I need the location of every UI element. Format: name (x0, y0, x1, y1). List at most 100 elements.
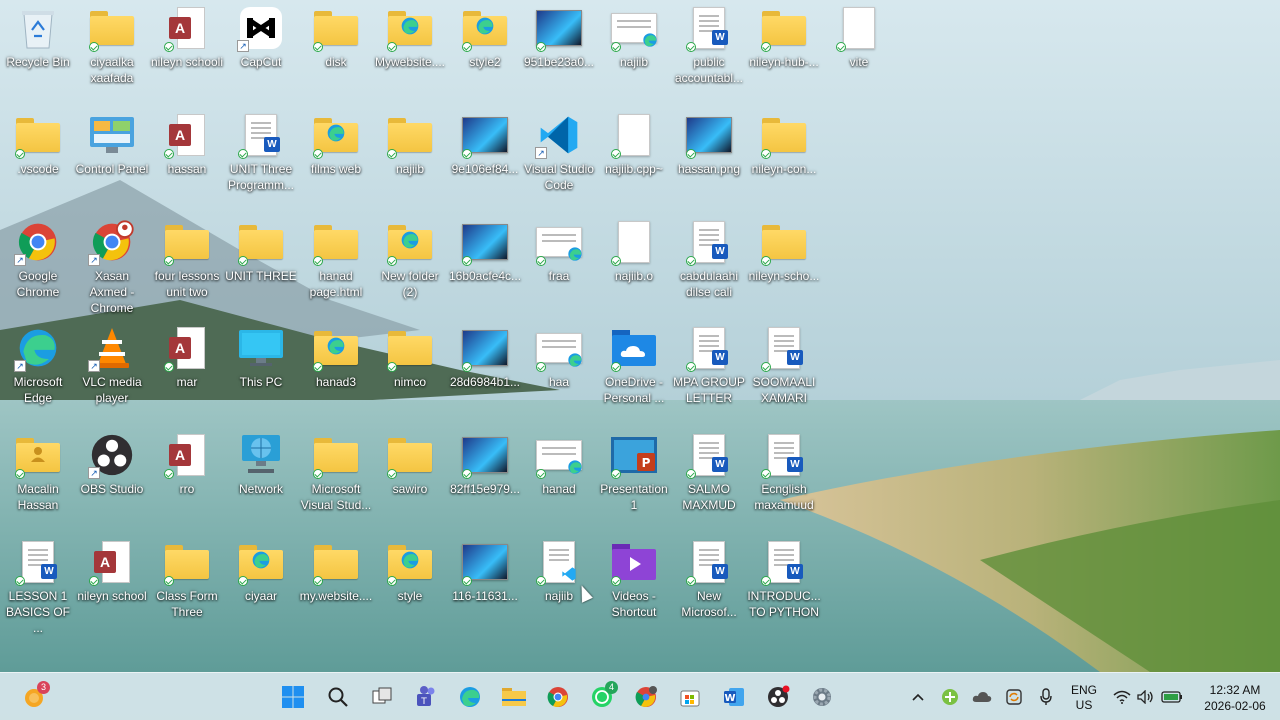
desktop-icon[interactable]: Ahassan (149, 111, 225, 177)
image-file-icon (461, 324, 509, 372)
obs-taskbar-button[interactable] (762, 681, 794, 713)
desktop-icon[interactable]: 951be23a0... (521, 4, 597, 70)
desktop-icon[interactable]: najiib (372, 111, 448, 177)
desktop-icon[interactable]: style2 (447, 4, 523, 70)
desktop-icon[interactable]: ↗ CapCut (223, 4, 299, 70)
desktop-icon[interactable]: Arro (149, 431, 225, 497)
desktop-icon[interactable]: nimco (372, 324, 448, 390)
chrome-taskbar-button[interactable] (542, 681, 574, 713)
task-view-button[interactable] (366, 681, 398, 713)
desktop-icon[interactable]: W Ecnglish maxamuud (746, 431, 822, 513)
desktop-icon[interactable]: hanad (521, 431, 597, 497)
desktop-icon[interactable]: W MPA GROUP LETTER (671, 324, 747, 406)
desktop-icon[interactable]: 16b0acfe4c... (447, 218, 523, 284)
desktop-icon[interactable]: Anileyn schooli (149, 4, 225, 70)
desktop-icon[interactable]: Videos - Shortcut (596, 538, 672, 620)
desktop-icon[interactable]: Mywebsite.... (372, 4, 448, 70)
desktop-icon[interactable]: hanad page.html (298, 218, 374, 300)
desktop-icon[interactable]: disk (298, 4, 374, 70)
clock[interactable]: 12:32 AM 2026-02-06 (1190, 682, 1280, 714)
chrome-icon (547, 687, 568, 707)
volume-icon[interactable] (1134, 685, 1158, 709)
chrome-profile-taskbar-button[interactable] (630, 681, 662, 713)
whatsapp-button[interactable]: 4 (586, 681, 618, 713)
desktop-icon[interactable]: ciyaar (223, 538, 299, 604)
desktop-icon[interactable]: hassan.png (671, 111, 747, 177)
sync-tray-icon[interactable] (1002, 685, 1026, 709)
weather-widget[interactable]: 3 (18, 681, 50, 713)
onedrive-tray-icon[interactable] (970, 685, 994, 709)
desktop-icon[interactable]: ↗ Microsoft Edge (0, 324, 76, 406)
desktop-icon[interactable]: 82ff15e979... (447, 431, 523, 497)
edge-document-icon (535, 324, 583, 372)
desktop-icon[interactable]: sawiro (372, 431, 448, 497)
desktop-icon[interactable]: hanad3 (298, 324, 374, 390)
store-button[interactable] (674, 681, 706, 713)
desktop-icon[interactable]: Wcabdulaahi dilse cali (671, 218, 747, 300)
desktop-icon[interactable]: najiib.cpp~ (596, 111, 672, 177)
desktop-icon[interactable]: This PC (223, 324, 299, 390)
desktop-icon[interactable]: ↗ Visual Studio Code (521, 111, 597, 193)
shortcut-arrow-icon: ↗ (88, 467, 100, 479)
desktop-icon[interactable]: najiib (596, 4, 672, 70)
language-indicator[interactable]: ENG US (1064, 683, 1104, 713)
desktop-icon[interactable]: films web (298, 111, 374, 177)
desktop-icon[interactable]: ↗ VLC media player (74, 324, 150, 406)
file-explorer-button[interactable] (498, 681, 530, 713)
desktop-icon[interactable]: W New Microsof... (671, 538, 747, 620)
desktop-icon[interactable]: ↗ Xasan Axmed - Chrome (74, 218, 150, 316)
edge-taskbar-button[interactable] (454, 681, 486, 713)
desktop-icon[interactable]: 116-11631... (447, 538, 523, 604)
desktop-icon[interactable]: OneDrive - Personal ... (596, 324, 672, 406)
edge-document-icon (535, 218, 583, 266)
desktop-icon[interactable]: my.website.... (298, 538, 374, 604)
settings-button[interactable] (806, 681, 838, 713)
desktop-icon[interactable]: ↗ OBS Studio (74, 431, 150, 497)
desktop-icon[interactable]: fraa (521, 218, 597, 284)
microphone-icon[interactable] (1034, 685, 1058, 709)
start-button[interactable] (277, 681, 309, 713)
desktop-icon[interactable]: Wpublic accountabl... (671, 4, 747, 86)
desktop-icon[interactable]: nileyn-con... (746, 111, 822, 177)
desktop-icon-label: vite (849, 55, 869, 69)
desktop-icon[interactable]: haa (521, 324, 597, 390)
desktop-icon[interactable]: four lessons unit two (149, 218, 225, 300)
desktop-icon[interactable]: nileyn-hub-... (746, 4, 822, 70)
desktop-icon[interactable]: Network (223, 431, 299, 497)
desktop-icon[interactable]: najiib.o (596, 218, 672, 284)
desktop-icon[interactable]: Anileyn school (74, 538, 150, 604)
teams-button[interactable]: T (410, 681, 442, 713)
sync-status-check-icon (611, 42, 621, 52)
desktop-icon[interactable]: vite (821, 4, 897, 70)
desktop-icon[interactable]: 28d6984b1... (447, 324, 523, 390)
desktop-icon[interactable]: style (372, 538, 448, 604)
desktop-icon[interactable]: Amar (149, 324, 225, 390)
desktop-icon[interactable]: P Presentation1 (596, 431, 672, 513)
desktop-icon[interactable]: W LESSON 1 BASICS OF ... (0, 538, 76, 636)
word-taskbar-button[interactable]: W (718, 681, 750, 713)
desktop-icon[interactable]: 9e106ef84... (447, 111, 523, 177)
desktop-icon[interactable]: ciyaalka xaafada (74, 4, 150, 86)
desktop-icon[interactable]: Control Panel (74, 111, 150, 177)
desktop-icon[interactable]: Recycle Bin (0, 4, 76, 70)
show-hidden-icons-chevron-icon[interactable] (906, 685, 930, 709)
desktop-icon-label: films web (310, 162, 361, 176)
desktop-icon[interactable]: Class Form Three (149, 538, 225, 620)
desktop-icon[interactable]: Microsoft Visual Stud... (298, 431, 374, 513)
desktop-icon[interactable]: New folder (2) (372, 218, 448, 300)
desktop-icon[interactable]: W INTRODUC... TO PYTHON (746, 538, 822, 620)
search-button[interactable] (322, 681, 354, 713)
desktop-icon[interactable]: W UNIT Three Programm... (223, 111, 299, 193)
desktop-icon[interactable]: ↗ Google Chrome (0, 218, 76, 300)
desktop-icon[interactable]: .vscode (0, 111, 76, 177)
desktop-icon[interactable]: UNIT THREE (223, 218, 299, 284)
desktop-icon-label: New folder (2) (381, 269, 439, 299)
battery-charging-icon[interactable] (1160, 685, 1184, 709)
tray-app-plus-icon[interactable] (938, 685, 962, 709)
desktop-icon[interactable]: Macalin Hassan (0, 431, 76, 513)
desktop-icon[interactable]: W SALMO MAXMUD (671, 431, 747, 513)
desktop-icon[interactable]: W SOOMAALI XAMARI (746, 324, 822, 406)
wifi-icon[interactable] (1110, 685, 1134, 709)
desktop-icon[interactable]: nileyn-scho... (746, 218, 822, 284)
folder-icon (312, 4, 360, 52)
